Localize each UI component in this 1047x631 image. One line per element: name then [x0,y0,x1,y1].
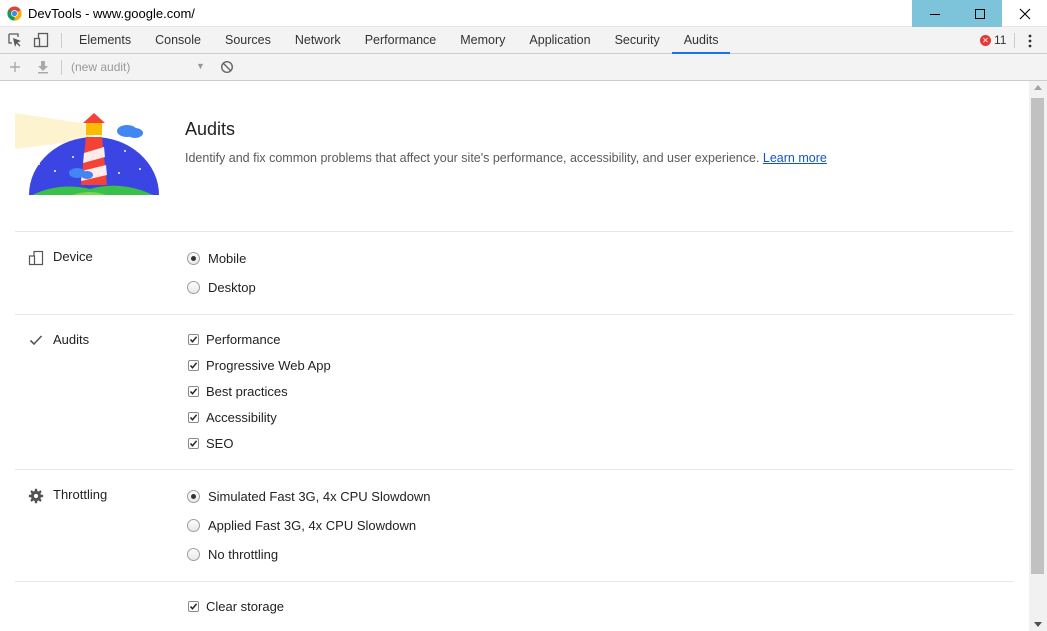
tab-network[interactable]: Network [283,27,353,53]
radio-button[interactable] [187,519,200,532]
audit-selector[interactable]: (new audit) [71,60,130,74]
download-icon[interactable] [36,60,50,74]
toolbar-divider [1014,33,1015,48]
inspect-element-icon[interactable] [7,32,23,48]
device-option-desktop[interactable]: Desktop [187,280,256,295]
tab-audits[interactable]: Audits [671,27,731,54]
error-count: 11 [994,33,1007,47]
radio-button[interactable] [187,548,200,561]
toolbar-divider [61,60,62,75]
close-icon [1019,8,1030,19]
audit-option-pwa[interactable]: Progressive Web App [187,358,331,373]
scroll-up-icon[interactable] [1034,85,1042,90]
page-description: Identify and fix common problems that af… [185,151,827,165]
add-icon[interactable] [8,60,22,74]
toolbar-divider [61,33,62,48]
close-button[interactable] [1002,0,1047,27]
scroll-down-icon[interactable] [1034,622,1042,627]
device-option-mobile[interactable]: Mobile [187,251,246,266]
checkmark-icon [189,362,198,369]
checkmark-icon [189,388,198,395]
maximize-button[interactable] [957,0,1002,27]
tab-security[interactable]: Security [603,27,672,53]
scrollbar[interactable] [1029,81,1047,631]
lighthouse-logo-icon [15,113,159,195]
tab-sources[interactable]: Sources [213,27,283,53]
section-divider [15,469,1013,470]
error-counter[interactable]: ✕ 11 [980,33,1006,47]
radio-button[interactable] [187,281,200,294]
throttling-option-applied[interactable]: Applied Fast 3G, 4x CPU Slowdown [187,518,416,533]
checkmark-icon [189,414,198,421]
audit-option-seo[interactable]: SEO [187,436,233,451]
checkbox[interactable] [188,334,199,345]
clear-storage-option[interactable]: Clear storage [187,599,284,614]
minimize-icon [929,13,940,15]
device-section-label: Device [53,249,93,264]
device-icon [28,250,44,266]
page-title: Audits [185,119,236,139]
audit-toolbar: (new audit) ▼ [0,54,1047,81]
audit-option-accessibility[interactable]: Accessibility [187,410,277,425]
clear-icon[interactable] [220,60,234,74]
section-divider [15,314,1013,315]
checkbox[interactable] [188,601,199,612]
devtools-tab-bar: Elements Console Sources Network Performance… [0,27,1047,54]
radio-button[interactable] [187,490,200,503]
checkmark-icon [189,603,198,610]
audit-option-performance[interactable]: Performance [187,332,280,347]
tab-elements[interactable]: Elements [67,27,143,53]
learn-more-link[interactable]: Learn more [763,151,827,165]
tab-memory[interactable]: Memory [448,27,517,53]
throttling-option-simulated[interactable]: Simulated Fast 3G, 4x CPU Slowdown [187,489,431,504]
checkmark-icon [29,335,43,346]
checkbox[interactable] [188,438,199,449]
audits-section-label: Audits [53,332,90,347]
checkbox[interactable] [188,386,199,397]
description-text: Identify and fix common problems that af… [185,151,760,165]
window-title: DevTools - www.google.com/ [28,6,195,21]
gear-icon [28,488,44,504]
checkbox[interactable] [188,412,199,423]
tab-console[interactable]: Console [143,27,213,53]
minimize-button[interactable] [912,0,957,27]
checkmark-icon [189,440,198,447]
throttling-option-none[interactable]: No throttling [187,547,278,562]
section-divider [15,231,1013,232]
device-toolbar-icon[interactable] [33,32,49,48]
checkmark-icon [189,336,198,343]
title-bar: DevTools - www.google.com/ [0,0,1047,27]
tab-performance[interactable]: Performance [353,27,449,53]
audits-panel: Audits Identify and fix common problems … [0,81,1029,631]
more-options-icon[interactable] [1027,33,1033,49]
section-divider [15,581,1013,582]
radio-button[interactable] [187,252,200,265]
audit-option-best-practices[interactable]: Best practices [187,384,288,399]
tab-application[interactable]: Application [517,27,602,53]
error-icon: ✕ [980,34,991,46]
scroll-thumb[interactable] [1031,98,1044,574]
throttling-section-label: Throttling [53,487,108,502]
checkbox[interactable] [188,360,199,371]
dropdown-arrow-icon: ▼ [196,61,205,71]
chrome-icon [7,6,22,21]
maximize-icon [974,8,985,19]
